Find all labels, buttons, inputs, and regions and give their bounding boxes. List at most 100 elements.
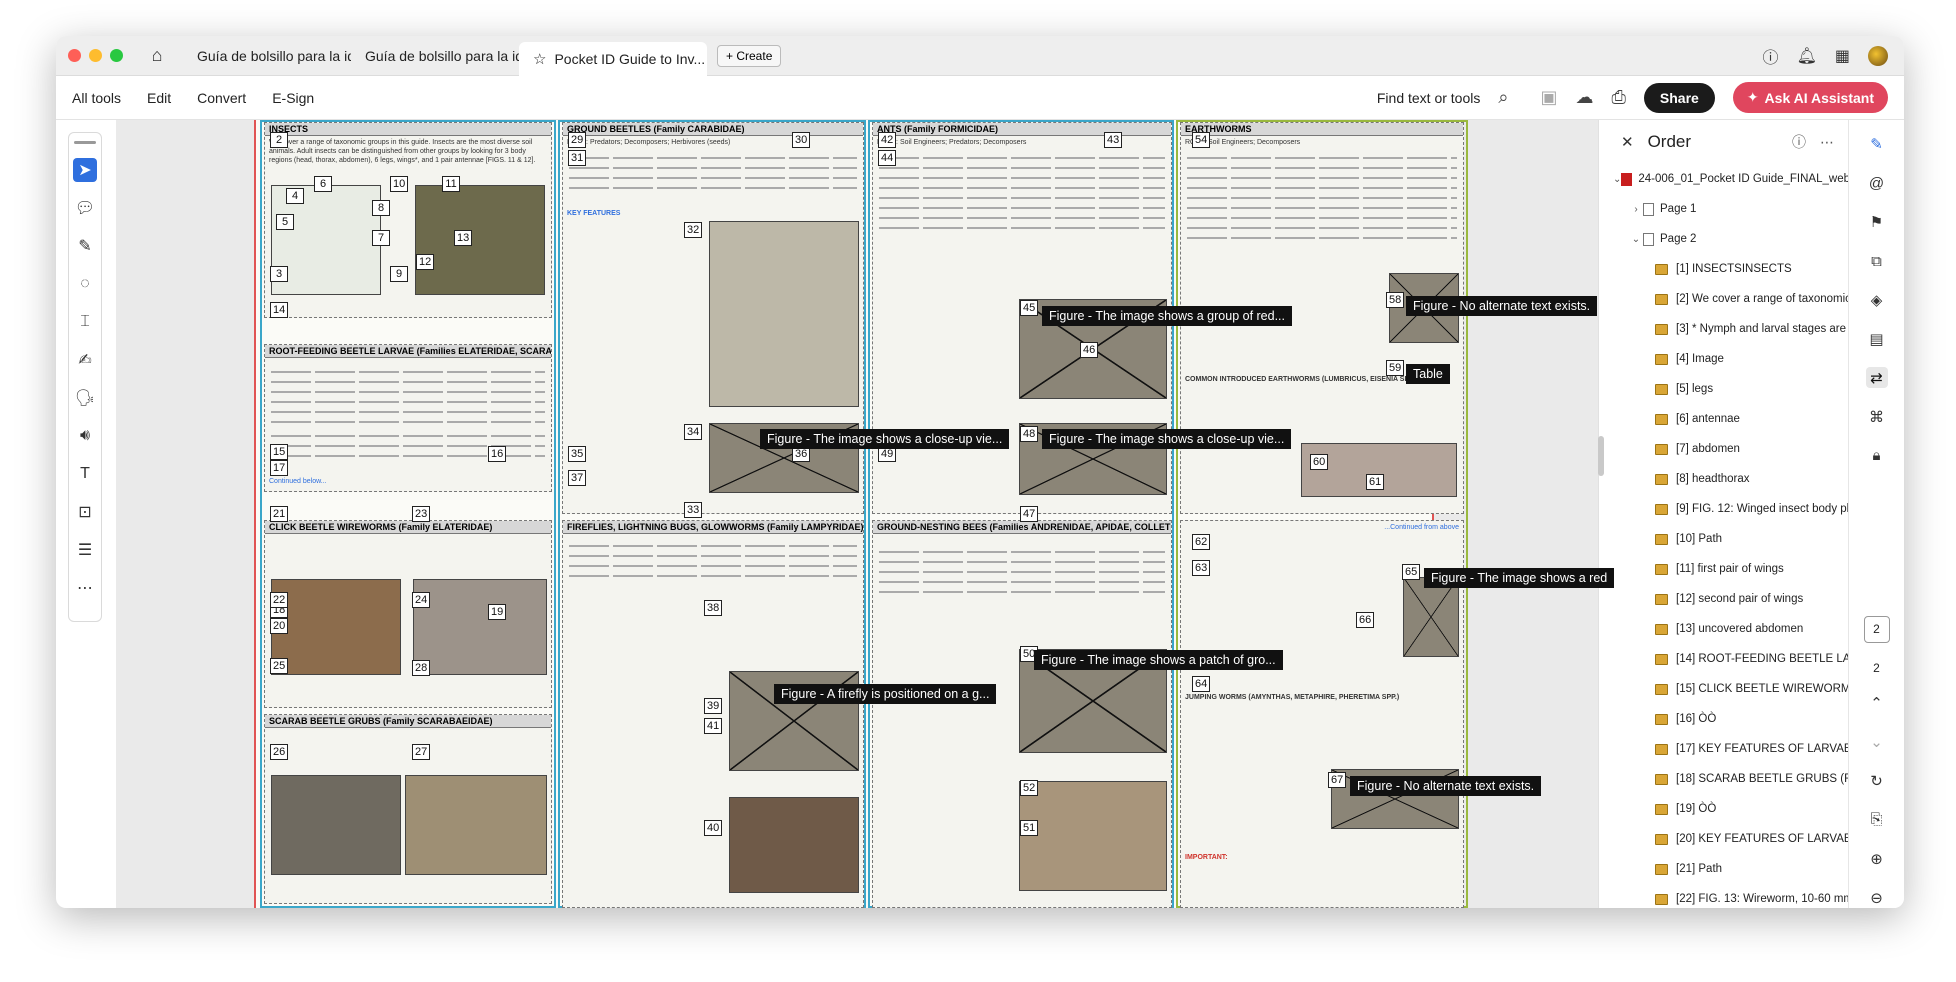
tag-number[interactable]: 2 (270, 132, 288, 148)
tag-number[interactable]: 20 (270, 618, 289, 634)
tag-number[interactable]: 45 (1020, 300, 1039, 316)
tag-number[interactable]: 66 (1356, 612, 1375, 628)
red-worm-figure[interactable] (1403, 577, 1459, 657)
comment-icon[interactable]: 💬︎ (73, 196, 97, 220)
tag-item[interactable]: [9] FIG. 12: Winged insect body plan (1599, 494, 1848, 524)
list-icon[interactable]: ☰ (73, 538, 97, 562)
tag-item[interactable]: [8] headthorax (1599, 464, 1848, 494)
menu-all-tools[interactable]: All tools (72, 90, 121, 106)
find-text-button[interactable]: Find text or tools (1377, 90, 1481, 106)
tag-item[interactable]: [12] second pair of wings (1599, 584, 1848, 614)
tag-number[interactable]: 30 (792, 132, 811, 148)
help-icon[interactable]: ⓘ (1763, 44, 1779, 68)
tag-item[interactable]: [3] * Nymph and larval stages are wi (1599, 314, 1848, 344)
tag-number[interactable]: 8 (372, 200, 390, 216)
tag-item[interactable]: [14] ROOT-FEEDING BEETLE LARVAE (1599, 644, 1848, 674)
lock-icon[interactable]: 🔒︎ (1866, 445, 1888, 466)
zoom-in-icon[interactable]: ⊕ (1866, 848, 1888, 869)
tag-number[interactable]: 40 (704, 820, 723, 836)
more-options-icon[interactable]: ⋯ (1820, 134, 1834, 151)
tab-3-active[interactable]: ☆ Pocket ID Guide to Inv... ✕ (519, 41, 707, 76)
comment-bubble-icon[interactable]: @ (1866, 173, 1888, 194)
apps-grid-icon[interactable]: ▦ (1835, 46, 1850, 66)
tag-number[interactable]: 59 (1386, 360, 1405, 376)
tab-1[interactable]: Guía de bolsillo para la identi... (183, 41, 351, 71)
tag-item[interactable]: [17] KEY FEATURES OF LARVAE [FIG (1599, 734, 1848, 764)
tree-page-1-row[interactable]: › Page 1 (1599, 194, 1848, 224)
tag-number[interactable]: 23 (412, 506, 431, 522)
minimize-window-button[interactable] (89, 49, 102, 62)
chevron-down-icon[interactable]: ⌄ (1629, 234, 1643, 245)
tab-2[interactable]: Guía de bolsillo para la identi... (351, 41, 519, 71)
document-viewport[interactable]: INSECTS We cover a range of taxonomic gr… (116, 120, 1658, 908)
current-page-box[interactable]: 2 (1863, 615, 1890, 643)
menu-convert[interactable]: Convert (197, 90, 246, 106)
drag-handle[interactable] (74, 141, 96, 144)
tag-number[interactable]: 19 (488, 604, 507, 620)
reading-order-icon[interactable]: ⇄ (1865, 367, 1888, 389)
attachments-icon[interactable]: ▤ (1866, 328, 1888, 349)
tag-item[interactable]: [7] abdomen (1599, 434, 1848, 464)
layers-icon[interactable]: ◈ (1866, 290, 1888, 311)
tag-number[interactable]: 29 (568, 132, 587, 148)
tag-number[interactable]: 25 (270, 658, 289, 674)
tag-number[interactable]: 35 (568, 446, 587, 462)
attach-icon[interactable]: ⊡ (73, 500, 97, 524)
tag-item[interactable]: [11] first pair of wings (1599, 554, 1848, 584)
tag-item[interactable]: [19] ÒÒ (1599, 794, 1848, 824)
tag-number[interactable]: 41 (704, 718, 723, 734)
tag-item[interactable]: [15] CLICK BEETLE WIREWORMS (Fa (1599, 674, 1848, 704)
tag-number[interactable]: 44 (878, 150, 897, 166)
tag-number[interactable]: 3 (270, 266, 288, 282)
tag-number[interactable]: 14 (270, 302, 289, 318)
tag-number[interactable]: 52 (1020, 780, 1039, 796)
bell-icon[interactable]: 🔔︎ (1797, 46, 1817, 66)
tag-item[interactable]: [16] ÒÒ (1599, 704, 1848, 734)
bookmark-icon[interactable]: ⚑ (1866, 212, 1888, 233)
tag-number[interactable]: 38 (704, 600, 723, 616)
tag-item[interactable]: [6] antennae (1599, 404, 1848, 434)
tree-page-2-row[interactable]: ⌄ Page 2 (1599, 224, 1848, 254)
create-button[interactable]: + Create (717, 44, 782, 67)
close-panel-icon[interactable]: ✕ (1621, 133, 1634, 151)
info-icon[interactable]: ⓘ (1792, 132, 1806, 152)
tag-number[interactable]: 24 (412, 592, 431, 608)
tag-item[interactable]: [10] Path (1599, 524, 1848, 554)
chevron-down-icon[interactable]: ⌄ (1613, 174, 1621, 185)
share-button[interactable]: Share (1643, 82, 1715, 113)
text-strikethrough-icon[interactable]: T (73, 462, 97, 486)
tag-number[interactable]: 6 (314, 176, 332, 192)
home-icon[interactable]: ⌂ (145, 44, 169, 68)
tag-item[interactable]: [4] Image (1599, 344, 1848, 374)
tag-number[interactable]: 16 (488, 446, 507, 462)
tag-number[interactable]: 22 (270, 592, 289, 608)
tag-item[interactable]: [2] We cover a range of taxonomic g (1599, 284, 1848, 314)
tag-number[interactable]: 43 (1104, 132, 1123, 148)
page-export-icon[interactable]: ⎘ (1866, 809, 1888, 830)
panel-resize-handle[interactable] (1598, 436, 1604, 476)
tag-number[interactable]: 63 (1192, 560, 1211, 576)
tag-number[interactable]: 28 (412, 660, 431, 676)
fill-sign-icon[interactable]: ✍ (73, 348, 97, 372)
tag-number[interactable]: 17 (270, 460, 289, 476)
more-icon[interactable]: ⋯ (73, 576, 97, 600)
tag-number[interactable]: 42 (878, 132, 897, 148)
tag-number[interactable]: 5 (276, 214, 294, 230)
chevron-right-icon[interactable]: › (1629, 204, 1643, 215)
tag-number[interactable]: 4 (286, 188, 304, 204)
tag-number[interactable]: 9 (390, 266, 408, 282)
tag-number[interactable]: 31 (568, 150, 587, 166)
tag-item[interactable]: [21] Path (1599, 854, 1848, 884)
text-select-icon[interactable]: ⌶ (73, 310, 97, 334)
print-icon[interactable]: ⎙ (1611, 87, 1625, 108)
tag-number[interactable]: 47 (1020, 506, 1039, 522)
chevron-up-icon[interactable]: ⌃ (1866, 693, 1888, 714)
read-aloud-icon[interactable]: 🗣︎ (73, 386, 97, 410)
star-icon[interactable]: ☆ (533, 50, 546, 68)
search-icon[interactable]: ⌕ (1498, 87, 1508, 108)
menu-e-sign[interactable]: E-Sign (272, 90, 314, 106)
tag-number[interactable]: 54 (1192, 132, 1211, 148)
tag-number[interactable]: 39 (704, 698, 723, 714)
tag-item[interactable]: [1] INSECTSINSECTS (1599, 254, 1848, 284)
ask-ai-assistant-button[interactable]: ✦ Ask AI Assistant (1732, 82, 1888, 113)
